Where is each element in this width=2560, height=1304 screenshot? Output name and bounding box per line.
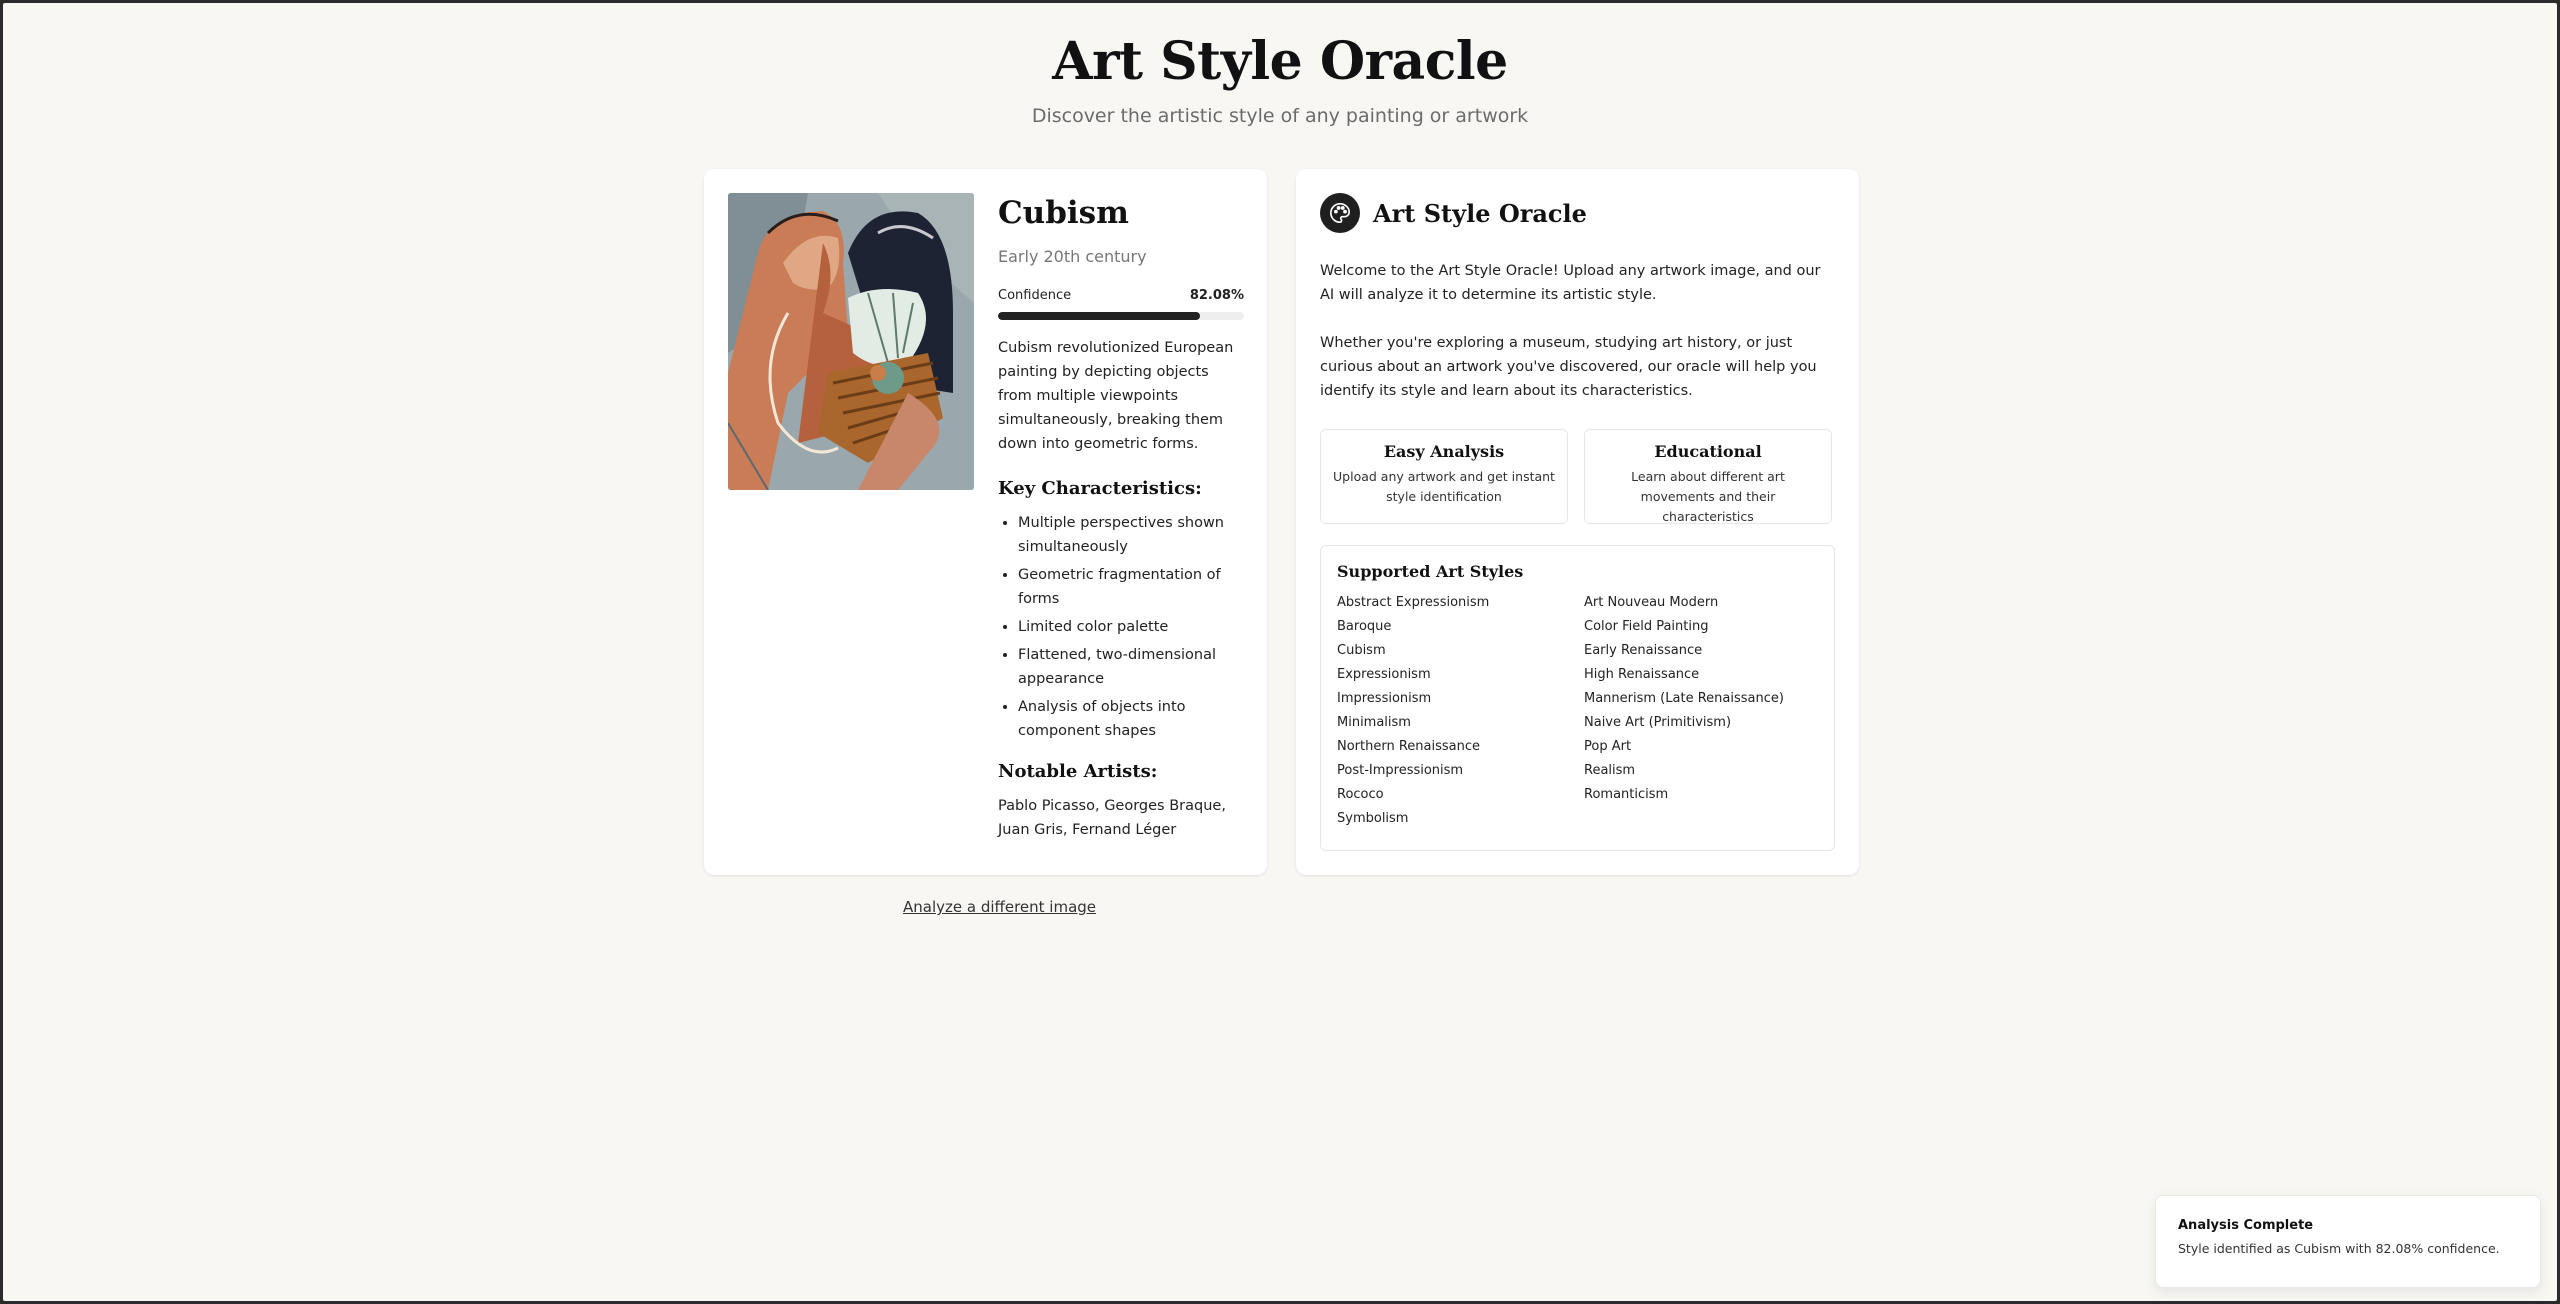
feature-easy-analysis: Easy Analysis Upload any artwork and get… <box>1320 429 1568 524</box>
style-item: Minimalism <box>1337 715 1411 730</box>
style-item: Art Nouveau Modern <box>1584 595 1719 610</box>
feature-title: Easy Analysis <box>1383 442 1505 461</box>
characteristic-item: Flattened, two-dimensional appearance <box>1018 643 1244 691</box>
result-details: Cubism Early 20th century Confidence 82.… <box>998 193 1244 842</box>
feature-title: Educational <box>1654 442 1762 461</box>
style-period: Early 20th century <box>998 247 1147 266</box>
notable-artists: Pablo Picasso, Georges Braque, Juan Gris… <box>998 798 1226 838</box>
feature-description: Upload any artwork and get instant style… <box>1333 469 1555 504</box>
style-item: Symbolism <box>1337 811 1409 826</box>
toast-message: Style identified as Cubism with 82.08% c… <box>2178 1241 2500 1256</box>
palette-icon <box>1320 193 1360 233</box>
info-title: Art Style Oracle <box>1373 198 1587 228</box>
feature-description: Learn about different art movements and … <box>1631 469 1785 524</box>
toast-title: Analysis Complete <box>2178 1218 2314 1233</box>
result-card: Cubism Early 20th century Confidence 82.… <box>704 169 1267 875</box>
characteristic-item: Multiple perspectives shown simultaneous… <box>1018 511 1244 559</box>
page-header: Art Style Oracle Discover the artistic s… <box>3 31 2557 127</box>
supported-styles-list: Abstract Expressionism Art Nouveau Moder… <box>1337 591 1818 831</box>
style-item: Cubism <box>1337 643 1386 658</box>
confidence-row: Confidence 82.08% <box>998 288 1244 303</box>
page-title: Art Style Oracle <box>1052 31 1508 92</box>
characteristics-heading: Key Characteristics: <box>998 478 1202 499</box>
style-item: Baroque <box>1337 619 1392 634</box>
style-description: Cubism revolutionized European painting … <box>998 340 1234 452</box>
confidence-label: Confidence <box>998 288 1072 303</box>
confidence-bar <box>998 312 1244 320</box>
characteristic-item: Geometric fragmentation of forms <box>1018 563 1244 611</box>
style-item: High Renaissance <box>1584 667 1700 682</box>
artwork-image <box>728 193 974 490</box>
supported-styles-box: Supported Art Styles Abstract Expression… <box>1320 545 1835 851</box>
style-item: Expressionism <box>1337 667 1431 682</box>
supported-styles-title: Supported Art Styles <box>1337 562 1524 581</box>
style-name: Cubism <box>998 195 1129 231</box>
style-item: Rococo <box>1337 787 1384 802</box>
style-item: Pop Art <box>1584 739 1632 754</box>
style-item: Impressionism <box>1337 691 1432 706</box>
intro-text: Welcome to the Art Style Oracle! Upload … <box>1320 259 1835 403</box>
style-item: Naive Art (Primitivism) <box>1584 715 1732 730</box>
artists-heading: Notable Artists: <box>998 761 1158 782</box>
toast-notification[interactable]: Analysis Complete Style identified as Cu… <box>2155 1195 2541 1288</box>
style-item: Early Renaissance <box>1584 643 1703 658</box>
intro-paragraph: Whether you're exploring a museum, study… <box>1320 335 1817 399</box>
style-item: Northern Renaissance <box>1337 739 1481 754</box>
confidence-bar-fill <box>998 312 1200 320</box>
info-header: Art Style Oracle <box>1320 193 1587 233</box>
characteristics-list: Multiple perspectives shown simultaneous… <box>998 511 1244 743</box>
characteristic-item: Limited color palette <box>1018 615 1244 639</box>
style-item: Realism <box>1584 763 1636 778</box>
characteristic-item: Analysis of objects into component shape… <box>1018 695 1244 743</box>
confidence-value: 82.08% <box>1189 288 1244 303</box>
app-page: Art Style Oracle Discover the artistic s… <box>3 3 2557 1301</box>
feature-educational: Educational Learn about different art mo… <box>1584 429 1832 524</box>
style-item: Abstract Expressionism <box>1337 595 1490 610</box>
analyze-different-image-link[interactable]: Analyze a different image <box>903 898 1096 916</box>
style-item: Romanticism <box>1584 787 1669 802</box>
style-item: Mannerism (Late Renaissance) <box>1584 691 1784 706</box>
intro-paragraph: Welcome to the Art Style Oracle! Upload … <box>1320 263 1821 303</box>
artwork-painting <box>728 193 974 490</box>
style-item: Color Field Painting <box>1584 619 1709 634</box>
info-card: Art Style Oracle Welcome to the Art Styl… <box>1296 169 1859 875</box>
page-subtitle: Discover the artistic style of any paint… <box>1031 105 1529 127</box>
style-item: Post-Impressionism <box>1337 763 1464 778</box>
